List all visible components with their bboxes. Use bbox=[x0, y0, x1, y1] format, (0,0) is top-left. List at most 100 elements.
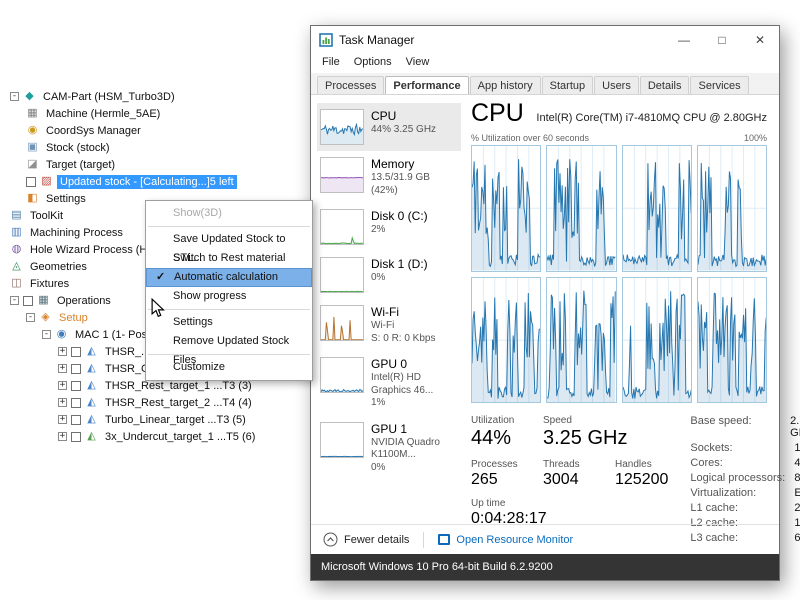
perf-item-name: CPU bbox=[371, 109, 436, 124]
perf-item-name: GPU 1 bbox=[371, 422, 458, 437]
close-button[interactable]: ✕ bbox=[741, 26, 779, 54]
tree-item-label: Settings bbox=[43, 192, 89, 206]
tab-performance[interactable]: Performance bbox=[385, 76, 468, 94]
menu-item-automatic-calculation[interactable]: ✓Automatic calculation bbox=[146, 268, 312, 287]
cpu-mini-graph bbox=[320, 109, 364, 145]
tab-users[interactable]: Users bbox=[594, 76, 639, 94]
disk-0-c-mini-graph bbox=[320, 209, 364, 245]
tree-item-label: Machining Process bbox=[27, 226, 126, 240]
perf-sidebar-item-gpu-0[interactable]: GPU 0Intel(R) HD Graphics 46...1% bbox=[317, 351, 461, 416]
menu-file[interactable]: File bbox=[315, 54, 347, 73]
perf-item-detail2: 1% bbox=[371, 397, 458, 410]
cpu-core-graph-4 bbox=[697, 145, 767, 272]
statusbar: Microsoft Windows 10 Pro 64-bit Build 6.… bbox=[311, 554, 779, 580]
perf-sidebar-item-cpu[interactable]: CPU44% 3.25 GHz bbox=[317, 103, 461, 151]
menu-item-save-updated-stock-to-stl[interactable]: Save Updated Stock to STL... bbox=[146, 230, 312, 249]
expand-icon[interactable]: + bbox=[58, 432, 67, 441]
tab-details[interactable]: Details bbox=[640, 76, 690, 94]
perf-item-name: Disk 1 (D:) bbox=[371, 257, 428, 272]
cpu-panel: CPU Intel(R) Core(TM) i7-4810MQ CPU @ 2.… bbox=[463, 95, 779, 524]
minimize-button[interactable]: — bbox=[665, 26, 703, 54]
tree-item-3x-undercut-target-1-t5-6[interactable]: +◭3x_Undercut_target_1 ...T5 (6) bbox=[6, 428, 306, 445]
perf-sidebar-item-memory[interactable]: Memory13.5/31.9 GB (42%) bbox=[317, 151, 461, 203]
titlebar[interactable]: Task Manager — □ ✕ bbox=[311, 26, 779, 54]
expand-icon[interactable]: + bbox=[58, 347, 67, 356]
menu-item-show-3d: Show(3D) bbox=[146, 204, 312, 223]
fixtures-icon: ◫ bbox=[10, 278, 23, 289]
window-controls: — □ ✕ bbox=[665, 26, 779, 54]
cpu-heading: CPU bbox=[471, 99, 524, 128]
context-menu: Show(3D) Save Updated Stock to STL...Swit… bbox=[145, 200, 313, 381]
collapse-icon[interactable]: - bbox=[26, 313, 35, 322]
tree-item-label: Geometries bbox=[27, 260, 90, 274]
tree-checkbox[interactable] bbox=[71, 381, 81, 391]
perf-sidebar-item-disk-1-d[interactable]: Disk 1 (D:)0% bbox=[317, 251, 461, 299]
tree-item-label: Operations bbox=[54, 294, 114, 308]
tree-checkbox[interactable] bbox=[71, 347, 81, 357]
detail-base-speed: Base speed:2.79 GHz bbox=[690, 415, 800, 439]
performance-body: CPU44% 3.25 GHzMemory13.5/31.9 GB (42%)D… bbox=[311, 95, 779, 524]
expand-icon[interactable]: + bbox=[58, 364, 67, 373]
menu-item-show-progress[interactable]: Show progress bbox=[146, 287, 312, 306]
tab-services[interactable]: Services bbox=[690, 76, 748, 94]
op-icon: ◭ bbox=[85, 380, 98, 391]
perf-item-detail: 44% 3.25 GHz bbox=[371, 124, 436, 137]
menu-item-settings[interactable]: Settings bbox=[146, 313, 312, 332]
fewer-details-button[interactable]: Fewer details bbox=[344, 534, 409, 546]
tree-item-label: CAM-Part (HSM_Turbo3D) bbox=[40, 90, 178, 104]
performance-sidebar: CPU44% 3.25 GHzMemory13.5/31.9 GB (42%)D… bbox=[311, 95, 463, 524]
tree-checkbox[interactable] bbox=[26, 177, 36, 187]
tree-item-turbo-linear-target-t3-5[interactable]: +◭Turbo_Linear_target ...T3 (5) bbox=[6, 411, 306, 428]
stat-handles: Handles125200 bbox=[615, 459, 668, 489]
tree-item-updated-stock-calculating-5-[interactable]: ▨ Updated stock - [Calculating...]5 left bbox=[6, 173, 306, 190]
tree-item-stock-stock[interactable]: ▣Stock (stock) bbox=[6, 139, 306, 156]
detail-logical-processors: Logical processors:8 bbox=[690, 472, 800, 484]
expand-icon[interactable]: + bbox=[58, 398, 67, 407]
menu-item-customize[interactable]: Customize bbox=[146, 358, 312, 377]
stock-icon: ▣ bbox=[26, 142, 39, 153]
tree-item-cam-part-hsm-turbo3d[interactable]: -◆CAM-Part (HSM_Turbo3D) bbox=[6, 88, 306, 105]
menu-item-remove-updated-stock-files[interactable]: Remove Updated Stock Files bbox=[146, 332, 312, 351]
tree-checkbox[interactable] bbox=[71, 398, 81, 408]
maximize-button[interactable]: □ bbox=[703, 26, 741, 54]
menu-view[interactable]: View bbox=[399, 54, 437, 73]
tree-item-label: Updated stock - [Calculating...]5 left bbox=[57, 175, 237, 189]
mouse-cursor-icon bbox=[150, 298, 166, 318]
tree-item-target-target[interactable]: ◪Target (target) bbox=[6, 156, 306, 173]
collapse-icon[interactable]: - bbox=[42, 330, 51, 339]
tree-checkbox[interactable] bbox=[71, 415, 81, 425]
cpu-core-graph-3 bbox=[622, 145, 692, 272]
tree-checkbox[interactable] bbox=[71, 364, 81, 374]
tree-item-thsr-rest-target-2-t4-4[interactable]: +◭THSR_Rest_target_2 ...T4 (4) bbox=[6, 394, 306, 411]
cpu-core-graph-5 bbox=[471, 277, 541, 404]
collapse-icon[interactable]: - bbox=[10, 92, 19, 101]
checkmark-icon: ✓ bbox=[156, 269, 165, 286]
menu-options[interactable]: Options bbox=[347, 54, 399, 73]
cpu-core-graph-2 bbox=[546, 145, 616, 272]
tab-startup[interactable]: Startup bbox=[542, 76, 593, 94]
perf-item-detail: Intel(R) HD Graphics 46... bbox=[371, 372, 458, 397]
open-resource-monitor-link[interactable]: Open Resource Monitor bbox=[456, 534, 573, 546]
detail-virtualization: Virtualization:Enabled bbox=[690, 487, 800, 499]
collapse-icon[interactable]: - bbox=[10, 296, 19, 305]
updated-stock-icon: ▨ bbox=[40, 176, 53, 187]
chevron-up-circle-icon bbox=[323, 532, 338, 547]
tab-app-history[interactable]: App history bbox=[470, 76, 541, 94]
tree-item-machine-hermle-5ae[interactable]: ▦Machine (Hermle_5AE) bbox=[6, 105, 306, 122]
memory-mini-graph bbox=[320, 157, 364, 193]
tree-checkbox[interactable] bbox=[23, 296, 33, 306]
tree-checkbox[interactable] bbox=[71, 432, 81, 442]
tree-item-coordsys-manager[interactable]: ◉CoordSys Manager bbox=[6, 122, 306, 139]
perf-sidebar-item-disk-0-c[interactable]: Disk 0 (C:)2% bbox=[317, 203, 461, 251]
perf-item-detail2: 0% bbox=[371, 462, 458, 475]
expand-icon[interactable]: + bbox=[58, 415, 67, 424]
tab-processes[interactable]: Processes bbox=[317, 76, 384, 94]
menu-item-switch-to-rest-material-mode[interactable]: Switch to Rest material mode bbox=[146, 249, 312, 268]
expand-icon[interactable]: + bbox=[58, 381, 67, 390]
perf-sidebar-item-gpu-1[interactable]: GPU 1NVIDIA Quadro K1100M...0% bbox=[317, 416, 461, 481]
tree-item-label: CoordSys Manager bbox=[43, 124, 144, 138]
cpu-core-graphs bbox=[471, 145, 767, 403]
os-build-text: Microsoft Windows 10 Pro 64-bit Build 6.… bbox=[321, 561, 553, 573]
detail-cores: Cores:4 bbox=[690, 457, 800, 469]
perf-sidebar-item-wi-fi[interactable]: Wi-FiWi-FiS: 0 R: 0 Kbps bbox=[317, 299, 461, 351]
